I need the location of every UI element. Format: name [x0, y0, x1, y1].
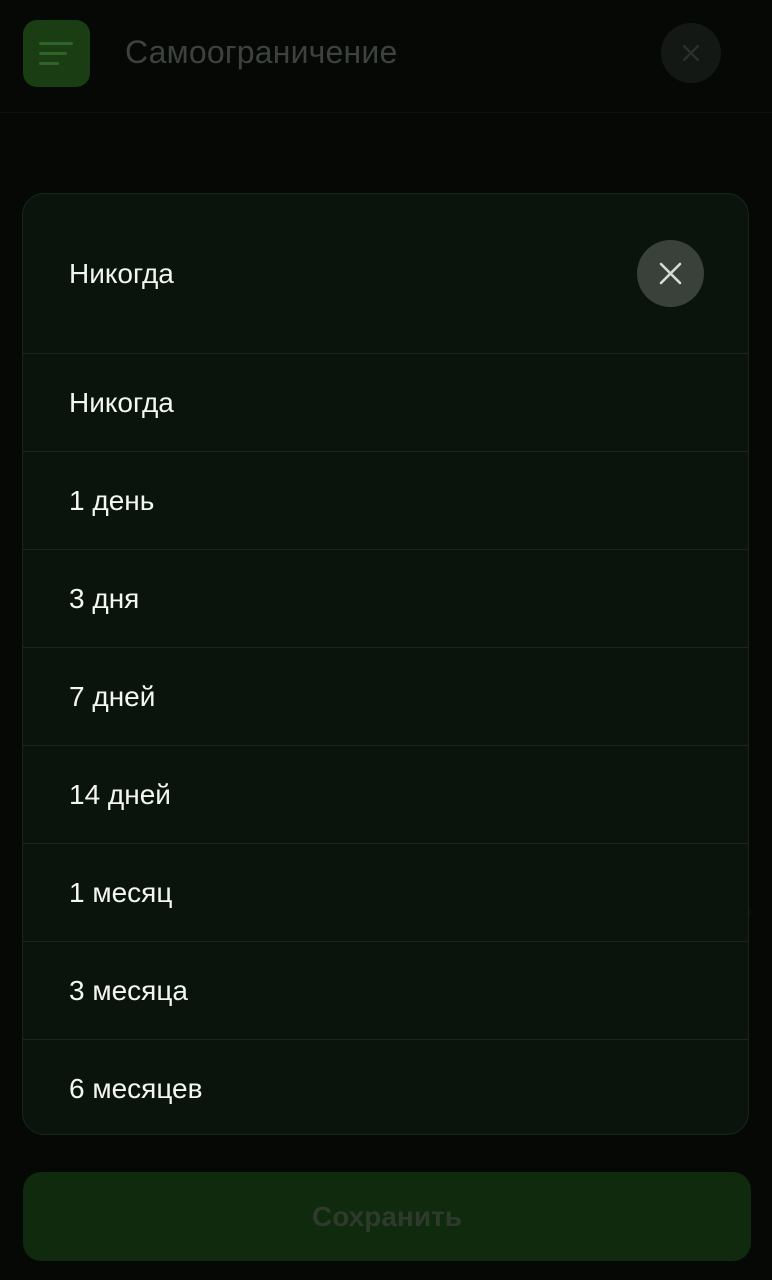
dropdown-option-14-days[interactable]: 14 дней [23, 746, 748, 844]
option-label: Никогда [69, 387, 174, 418]
option-label: 1 день [69, 485, 155, 516]
menu-button[interactable] [23, 20, 90, 87]
dropdown-option-3-days[interactable]: 3 дня [23, 550, 748, 648]
option-label: 6 месяцев [69, 1073, 203, 1104]
save-button[interactable]: Сохранить [23, 1172, 751, 1261]
dropdown-option-1-day[interactable]: 1 день [23, 452, 748, 550]
screen: Самоограничение Сохранить Никогда Никогд… [0, 0, 772, 1280]
header-close-button[interactable] [661, 23, 721, 83]
app-header: Самоограничение [0, 0, 772, 113]
dropdown-selected-value: Никогда [69, 258, 174, 289]
dropdown-option-never[interactable]: Никогда [23, 354, 748, 452]
dropdown-option-7-days[interactable]: 7 дней [23, 648, 748, 746]
option-label: 1 месяц [69, 877, 173, 908]
option-label: 3 месяца [69, 975, 188, 1006]
dropdown-option-3-months[interactable]: 3 месяца [23, 942, 748, 1040]
option-label: 3 дня [69, 583, 140, 614]
dropdown-close-button[interactable] [637, 240, 704, 307]
option-label: 7 дней [69, 681, 156, 712]
dropdown-option-1-month[interactable]: 1 месяц [23, 844, 748, 942]
close-icon [682, 44, 700, 62]
page-title: Самоограничение [125, 34, 398, 70]
dropdown-option-6-months[interactable]: 6 месяцев [23, 1040, 748, 1134]
close-icon [659, 262, 682, 285]
option-label: 14 дней [69, 779, 171, 810]
dropdown-sheet: Никогда Никогда 1 день 3 дня 7 дней 14 д… [22, 193, 749, 1135]
dropdown-header[interactable]: Никогда [23, 194, 748, 354]
